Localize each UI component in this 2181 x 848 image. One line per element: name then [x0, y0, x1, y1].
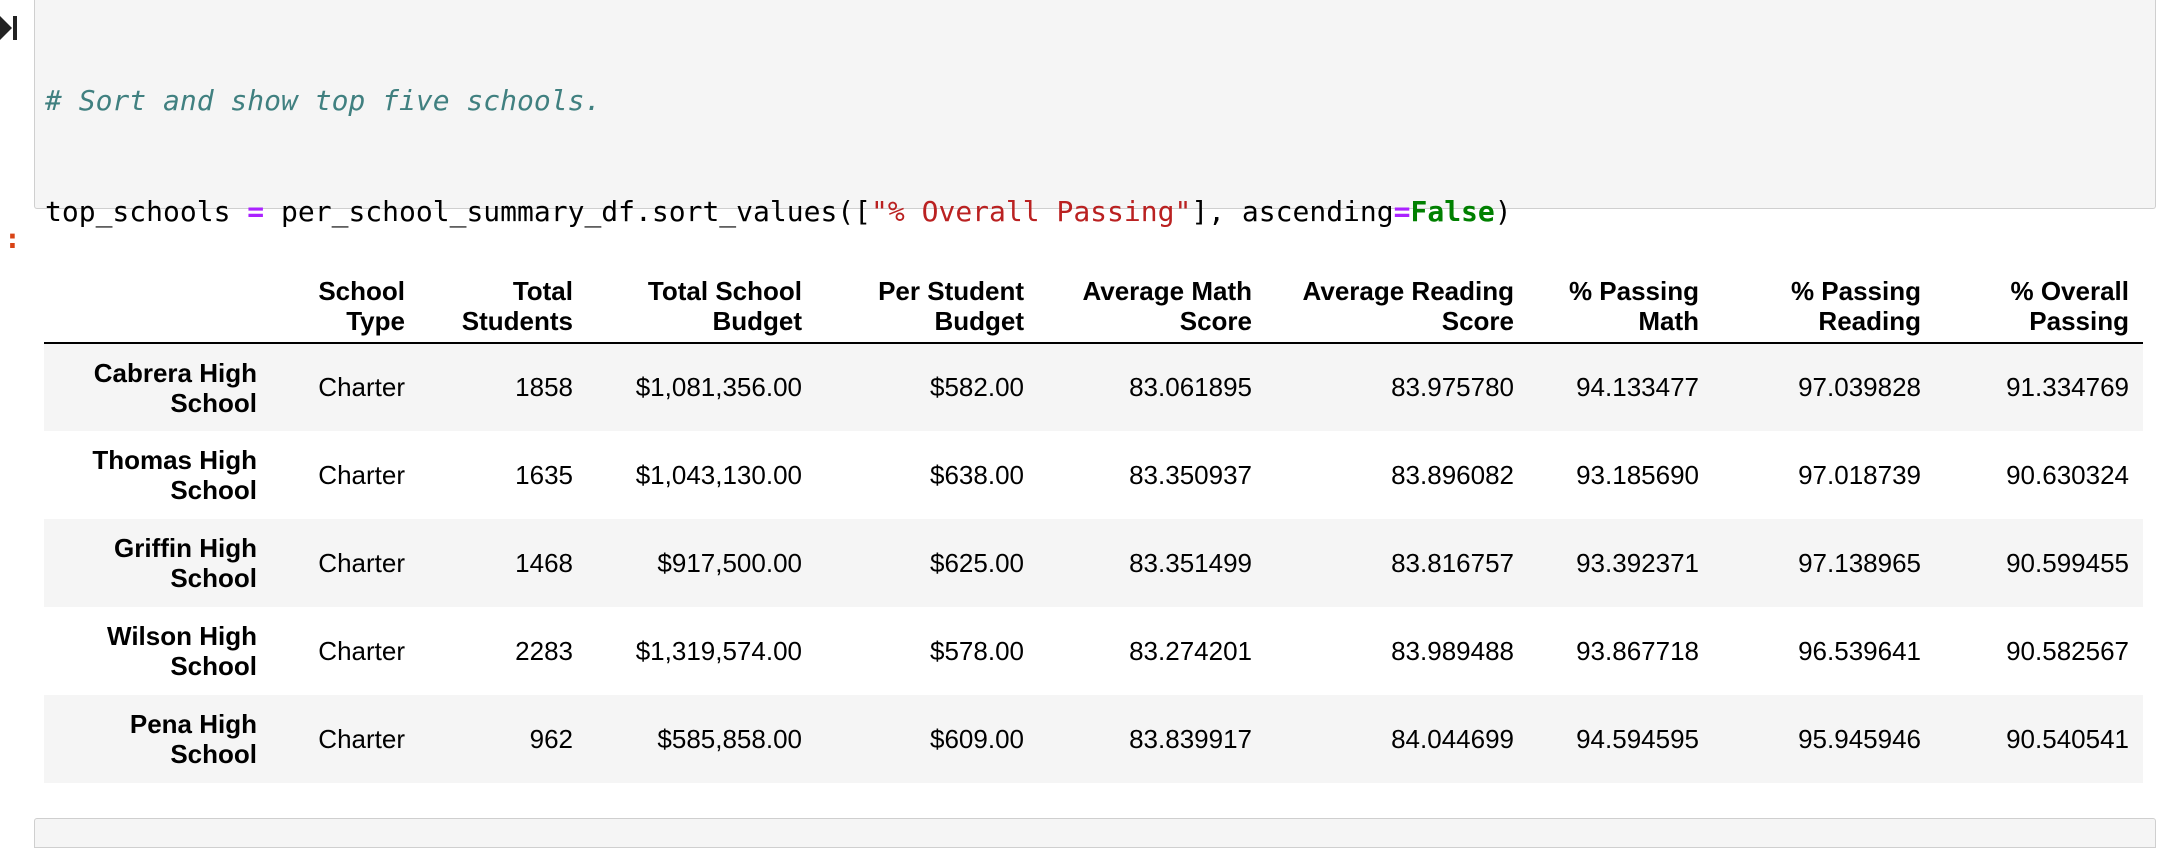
table-cell: 90.599455 — [2006, 547, 2129, 578]
row-index: Cabrera High School — [93, 357, 257, 418]
table-row: Thomas High School Charter 1635 $1,043,1… — [44, 431, 2143, 519]
table-cell: 1858 — [515, 372, 573, 402]
table-cell: $582.00 — [930, 372, 1024, 402]
column-header: % Passing Reading — [1713, 258, 1935, 344]
output-prompt: : — [4, 222, 21, 255]
table-cell: 83.816757 — [1391, 547, 1514, 578]
row-index: Griffin High School — [114, 533, 257, 593]
index-header — [44, 258, 271, 344]
table-cell: $638.00 — [930, 459, 1024, 490]
run-triangle-icon — [0, 16, 12, 40]
table-cell: 83.350937 — [1129, 459, 1252, 490]
table-cell: 90.630324 — [2006, 459, 2129, 490]
table-cell: 93.867718 — [1576, 635, 1699, 666]
table-cell: $609.00 — [930, 723, 1024, 754]
table-cell: 83.274201 — [1129, 635, 1252, 666]
run-bar-icon — [13, 16, 17, 40]
column-header: Total School Budget — [587, 258, 816, 344]
row-index: Thomas High School — [92, 445, 257, 505]
table-cell: $625.00 — [930, 547, 1024, 578]
column-header: Total Students — [419, 258, 587, 344]
code-operator: = — [247, 195, 265, 228]
table-row: Wilson High School Charter 2283 $1,319,5… — [44, 607, 2143, 695]
next-code-cell[interactable] — [34, 818, 2156, 848]
row-index: Pena High School — [129, 709, 257, 769]
table-cell: 90.582567 — [2006, 635, 2129, 666]
column-header: School Type — [271, 258, 419, 344]
code-line-1: # Sort and show top five schools. — [45, 82, 1512, 119]
table-cell: Charter — [318, 723, 405, 754]
table-cell: 96.539641 — [1798, 635, 1921, 666]
column-header: Average Math Score — [1038, 258, 1266, 344]
table-cell: $578.00 — [930, 635, 1024, 666]
table-cell: 83.989488 — [1391, 635, 1514, 666]
table-cell: 83.975780 — [1391, 372, 1514, 402]
table-cell: 97.039828 — [1798, 372, 1921, 402]
column-header: % Overall Passing — [1935, 258, 2143, 344]
column-header: Per Student Budget — [816, 258, 1038, 344]
table-row: Cabrera High School Charter 1858 $1,081,… — [44, 343, 2143, 431]
table-cell: $1,319,574.00 — [635, 635, 802, 666]
table-cell: $1,081,356.00 — [635, 372, 802, 402]
table-cell: 94.133477 — [1576, 372, 1699, 402]
table-cell: 83.839917 — [1129, 723, 1252, 754]
code-call: per_school_summary_df.sort_values([ — [264, 195, 872, 228]
run-cell-icon[interactable] — [0, 14, 22, 42]
header-row: School Type Total Students Total School … — [44, 258, 2143, 344]
table-cell: 93.392371 — [1576, 547, 1699, 578]
table-cell: $1,043,130.00 — [635, 459, 802, 490]
table-row: Griffin High School Charter 1468 $917,50… — [44, 519, 2143, 607]
table-cell: 2283 — [515, 635, 573, 666]
table-cell: 93.185690 — [1576, 459, 1699, 490]
table-cell: 1635 — [515, 459, 573, 490]
code-input-cell[interactable]: # Sort and show top five schools. top_sc… — [34, 0, 2156, 450]
table-cell: 962 — [529, 723, 573, 754]
table-cell: 83.896082 — [1391, 459, 1514, 490]
table-cell: Charter — [318, 459, 405, 490]
table-cell: Charter — [318, 372, 405, 402]
table-cell: 83.351499 — [1129, 547, 1252, 578]
column-header: % Passing Math — [1528, 258, 1713, 344]
table-cell: 95.945946 — [1798, 723, 1921, 754]
dataframe-table: School Type Total Students Total School … — [44, 258, 2143, 783]
table-cell: Charter — [318, 635, 405, 666]
code-line-2: top_schools = per_school_summary_df.sort… — [45, 193, 1512, 230]
table-cell: 90.540541 — [2006, 723, 2129, 754]
table-cell: 97.138965 — [1798, 547, 1921, 578]
table-cell: $917,500.00 — [657, 547, 802, 578]
table-cell: 1468 — [515, 547, 573, 578]
table-cell: 83.061895 — [1129, 372, 1252, 402]
code-args: ], ascending — [1191, 195, 1394, 228]
code-comment: # Sort and show top five schools. — [45, 84, 602, 117]
table-cell: 97.018739 — [1798, 459, 1921, 490]
code-operator: = — [1393, 195, 1411, 228]
code-keyword: False — [1410, 195, 1495, 228]
row-index: Wilson High School — [107, 621, 257, 681]
code-close-paren: ) — [1494, 195, 1512, 228]
dataframe-output: School Type Total Students Total School … — [44, 258, 2143, 783]
column-header: Average Reading Score — [1266, 258, 1528, 344]
code-variable: top_schools — [45, 195, 248, 228]
table-row: Pena High School Charter 962 $585,858.00… — [44, 695, 2143, 783]
table-cell: 91.334769 — [2006, 372, 2129, 402]
table-cell: 94.594595 — [1576, 723, 1699, 754]
table-cell: $585,858.00 — [657, 723, 802, 754]
code-string: "% Overall Passing" — [871, 195, 1192, 228]
table-cell: Charter — [318, 547, 405, 578]
table-cell: 84.044699 — [1391, 723, 1514, 754]
